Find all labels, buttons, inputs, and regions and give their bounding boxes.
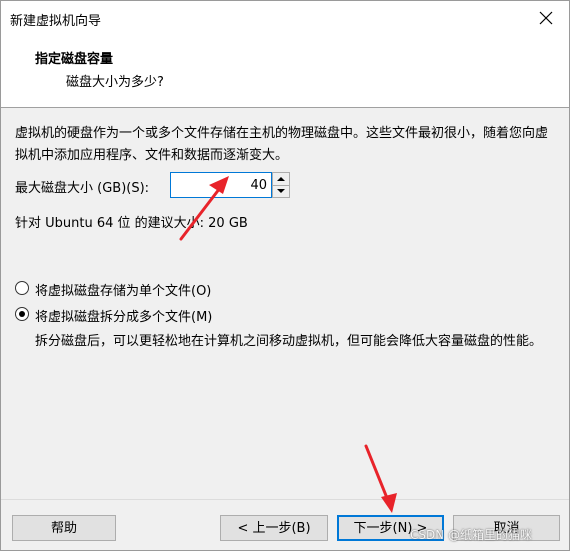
split-disk-description: 拆分磁盘后，可以更轻松地在计算机之间移动虚拟机，但可能会降低大容量磁盘的性能。	[35, 334, 543, 349]
radio-button[interactable]	[15, 281, 29, 295]
new-vm-wizard-dialog: 新建虚拟机向导 指定磁盘容量 磁盘大小为多少? 虚拟机的硬盘作为一个或多个文件存…	[0, 0, 570, 551]
title-bar: 新建虚拟机向导	[1, 1, 569, 35]
disk-size-spinner	[272, 172, 290, 198]
cancel-button[interactable]: 取消	[453, 515, 560, 541]
help-button[interactable]: 帮助	[12, 515, 116, 541]
close-icon	[539, 11, 553, 25]
disk-description: 虚拟机的硬盘作为一个或多个文件存储在主机的物理磁盘中。这些文件最初很小，随着您向…	[15, 126, 549, 163]
max-disk-size-label: 最大磁盘大小 (GB)(S):	[15, 181, 150, 196]
page-subtitle: 磁盘大小为多少?	[66, 75, 164, 90]
close-button[interactable]	[523, 1, 569, 35]
radio-label: 将虚拟磁盘存储为单个文件(O)	[35, 284, 212, 299]
down-arrow-icon	[277, 189, 285, 193]
recommended-size-text: 针对 Ubuntu 64 位 的建议大小: 20 GB	[15, 216, 248, 231]
arrow-to-next-button	[364, 444, 397, 513]
radio-selected-dot	[19, 311, 25, 317]
page-title: 指定磁盘容量	[35, 52, 114, 67]
wizard-header: 指定磁盘容量 磁盘大小为多少?	[1, 35, 569, 108]
next-button[interactable]: 下一步(N) >	[337, 515, 444, 541]
max-disk-size-input[interactable]	[170, 172, 272, 198]
radio-label: 将虚拟磁盘拆分成多个文件(M)	[35, 310, 213, 325]
spin-down-button[interactable]	[273, 185, 289, 197]
window-title: 新建虚拟机向导	[10, 14, 102, 29]
footer-divider	[1, 499, 569, 500]
radio-button[interactable]	[15, 307, 29, 321]
up-arrow-icon	[277, 177, 285, 181]
back-button[interactable]: < 上一步(B)	[220, 515, 328, 541]
